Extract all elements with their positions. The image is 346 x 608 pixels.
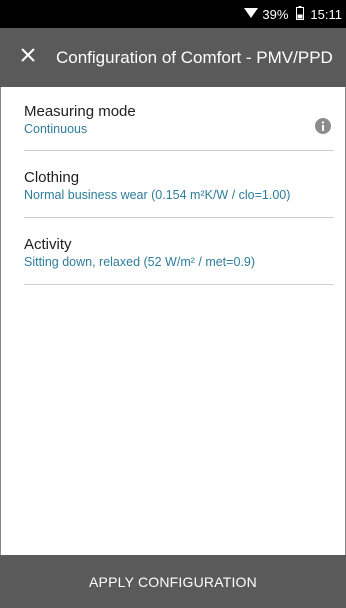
- status-bar: 39% 15:11: [0, 0, 346, 28]
- battery-percent: 39%: [262, 6, 289, 22]
- wifi-icon: [244, 7, 259, 22]
- status-time: 15:11: [310, 6, 342, 22]
- setting-label: Activity: [24, 236, 72, 253]
- device-frame: [0, 0, 346, 608]
- setting-measuring-mode[interactable]: Measuring mode Continuous: [24, 103, 334, 136]
- app-bar: Configuration of Comfort - PMV/PPD: [0, 28, 346, 87]
- setting-value: Continuous: [24, 122, 88, 136]
- divider: [24, 217, 334, 218]
- setting-label: Clothing: [24, 169, 80, 186]
- page-title: Configuration of Comfort - PMV/PPD: [56, 47, 333, 67]
- setting-value: Sitting down, relaxed (52 W/m² / met=0.9…: [24, 255, 255, 269]
- setting-value: Normal business wear (0.154 m²K/W / clo=…: [24, 188, 291, 202]
- divider: [24, 284, 334, 285]
- setting-clothing[interactable]: Clothing Normal business wear (0.154 m²K…: [24, 169, 334, 202]
- apply-configuration-button[interactable]: APPLY CONFIGURATION: [0, 555, 346, 608]
- battery-icon: [296, 5, 305, 23]
- close-icon: [21, 48, 35, 67]
- setting-label: Measuring mode: [24, 103, 136, 120]
- divider: [24, 150, 334, 151]
- info-icon[interactable]: [314, 117, 332, 135]
- setting-activity[interactable]: Activity Sitting down, relaxed (52 W/m² …: [24, 236, 334, 269]
- close-button[interactable]: [0, 28, 56, 87]
